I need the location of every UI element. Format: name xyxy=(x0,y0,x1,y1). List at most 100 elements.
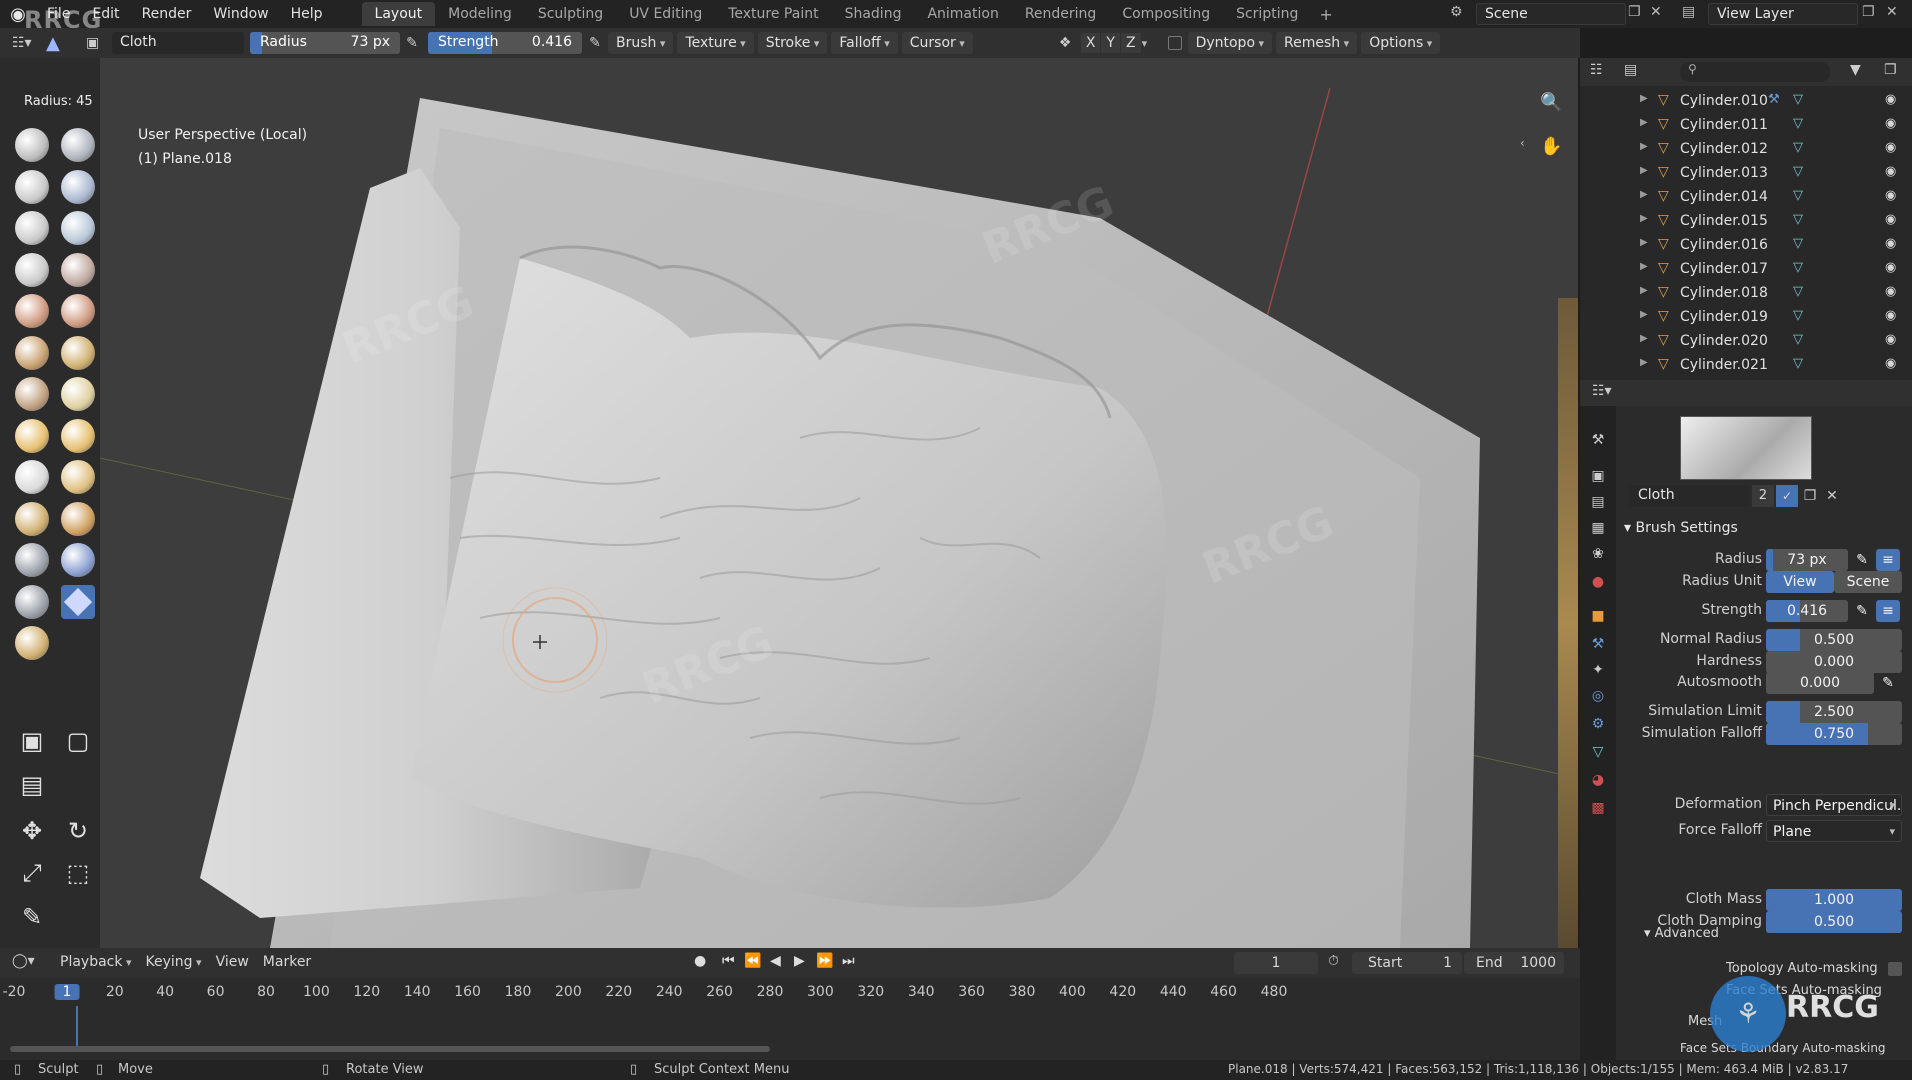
properties-tab-output-icon[interactable]: ▤ xyxy=(1588,492,1608,512)
fake-user-icon[interactable]: ✓ xyxy=(1776,485,1798,507)
play-icon[interactable]: ▶ xyxy=(794,953,805,969)
outliner-row[interactable]: ⚒ ▶ ▽ Cylinder.010 ▽ ◉ xyxy=(1580,90,1912,114)
properties-tab-modifier-icon[interactable]: ⚒ xyxy=(1588,634,1608,654)
pan-hand-icon[interactable]: ✋ xyxy=(1540,136,1562,157)
jump-end-icon[interactable]: ⏭ xyxy=(842,953,855,969)
dyntopo-checkbox[interactable] xyxy=(1167,36,1182,50)
radius-pressure-icon[interactable]: ✎ xyxy=(400,35,424,51)
3d-viewport[interactable]: User Perspective (Local) (1) Plane.018 🔍… xyxy=(100,58,1578,948)
record-icon[interactable]: ● xyxy=(694,953,706,969)
current-frame-field[interactable]: 1 xyxy=(1234,952,1318,974)
radius-slider[interactable]: Radius 73 px xyxy=(250,32,400,54)
properties-tab-view-layer-icon[interactable]: ▦ xyxy=(1588,518,1608,538)
expand-arrow-icon[interactable]: ▶ xyxy=(1640,141,1648,152)
sculpt-brush-icon[interactable] xyxy=(61,335,95,370)
mesh-data-icon[interactable]: ▽ xyxy=(1793,212,1803,227)
tab-rendering[interactable]: Rendering xyxy=(1012,2,1110,26)
visibility-eye-icon[interactable]: ◉ xyxy=(1885,188,1896,203)
strength-pressure-icon[interactable]: ✎ xyxy=(582,35,608,51)
unified-toggle-icon[interactable]: ≡ xyxy=(1876,600,1900,622)
texture-menu[interactable]: Texture xyxy=(677,32,754,54)
sculpt-brush-icon[interactable] xyxy=(15,294,49,328)
timeline-menu-keying[interactable]: Keying xyxy=(146,954,202,970)
pressure-toggle-icon[interactable]: ✎ xyxy=(1850,600,1874,622)
editor-type-icon[interactable]: ☷ xyxy=(1590,62,1603,78)
simulation-limit-slider[interactable]: 2.500 xyxy=(1766,701,1902,723)
delete-scene-icon[interactable]: ✕ xyxy=(1650,4,1662,20)
menu-window[interactable]: Window xyxy=(202,6,279,22)
sculpt-brush-icon[interactable] xyxy=(15,128,49,162)
unlink-brush-icon[interactable]: ✕ xyxy=(1822,485,1842,507)
visibility-eye-icon[interactable]: ◉ xyxy=(1885,356,1896,371)
editor-type-icon[interactable]: ☷▾ xyxy=(1592,383,1612,399)
sculpt-brush-icon[interactable] xyxy=(61,377,95,411)
expand-arrow-icon[interactable]: ▶ xyxy=(1640,117,1648,128)
symmetry-z-button[interactable]: Z xyxy=(1120,33,1141,53)
add-workspace-icon[interactable]: + xyxy=(1311,5,1340,24)
mesh-data-icon[interactable]: ▽ xyxy=(1793,260,1803,275)
normal-radius-slider[interactable]: 0.500 xyxy=(1766,629,1902,651)
properties-tab-scene-icon[interactable]: ❀ xyxy=(1588,544,1608,564)
sculpt-brush-icon[interactable] xyxy=(15,501,49,536)
sculpt-brush-icon[interactable] xyxy=(61,501,95,536)
expand-arrow-icon[interactable]: ▶ xyxy=(1640,333,1648,344)
cloth-mass-slider[interactable]: 1.000 xyxy=(1766,889,1902,911)
tab-animation[interactable]: Animation xyxy=(914,2,1011,26)
delete-view-layer-icon[interactable]: ✕ xyxy=(1886,4,1898,20)
outliner-row[interactable]: ▶ ▽ Cylinder.020 ▽ ◉ xyxy=(1580,330,1912,354)
sculpt-brush-icon[interactable] xyxy=(61,169,95,204)
visibility-eye-icon[interactable]: ◉ xyxy=(1885,332,1896,347)
move-tool-icon[interactable]: ✥ xyxy=(15,814,49,848)
sculpt-brush-icon[interactable] xyxy=(15,626,49,660)
visibility-eye-icon[interactable]: ◉ xyxy=(1885,284,1896,299)
axes-dropdown-icon[interactable]: ▾ xyxy=(1142,37,1162,50)
tab-sculpting[interactable]: Sculpting xyxy=(525,2,616,26)
scale-tool-icon[interactable]: ⤢ xyxy=(15,856,49,890)
sculpt-brush-icon[interactable] xyxy=(15,418,49,453)
stroke-menu[interactable]: Stroke xyxy=(757,32,828,54)
radius-slider[interactable]: 73 px xyxy=(1766,549,1848,571)
view-layer-selector[interactable]: View Layer xyxy=(1708,3,1858,25)
mesh-data-icon[interactable]: ▽ xyxy=(1793,284,1803,299)
expand-arrow-icon[interactable]: ▶ xyxy=(1640,93,1648,104)
tab-texture-paint[interactable]: Texture Paint xyxy=(715,2,831,26)
outliner-row[interactable]: ▶ ▽ Cylinder.016 ▽ ◉ xyxy=(1580,234,1912,258)
preview-range-icon[interactable]: ⏱ xyxy=(1328,953,1339,969)
remesh-menu[interactable]: Remesh xyxy=(1276,32,1358,54)
pressure-toggle-icon[interactable]: ✎ xyxy=(1850,549,1874,571)
timeline-menu-view[interactable]: View xyxy=(216,954,249,970)
properties-tab-tool-icon[interactable]: ⚒ xyxy=(1588,430,1608,450)
properties-tab-constraints-icon[interactable]: ⚙ xyxy=(1588,714,1608,734)
active-tool-icon[interactable]: ▲ xyxy=(46,33,86,54)
sculpt-brush-icon[interactable] xyxy=(15,252,49,287)
prev-keyframe-icon[interactable]: ⏪ xyxy=(744,953,761,969)
sculpt-brush-icon[interactable] xyxy=(15,377,49,411)
expand-arrow-icon[interactable]: ▶ xyxy=(1640,237,1648,248)
outliner-row[interactable]: ▶ ▽ Cylinder.014 ▽ ◉ xyxy=(1580,186,1912,210)
tab-scripting[interactable]: Scripting xyxy=(1223,2,1311,26)
sculpt-brush-icon[interactable] xyxy=(15,584,49,619)
mesh-data-icon[interactable]: ▽ xyxy=(1793,188,1803,203)
brush-preview-thumbnail[interactable] xyxy=(1680,416,1812,480)
outliner-row[interactable]: ▶ ▽ Cylinder.012 ▽ ◉ xyxy=(1580,138,1912,162)
sculpt-brush-icon[interactable] xyxy=(61,460,95,494)
mesh-data-icon[interactable]: ▽ xyxy=(1793,356,1803,371)
symmetry-y-button[interactable]: Y xyxy=(1101,33,1120,53)
properties-tab-physics-icon[interactable]: ◎ xyxy=(1588,686,1608,706)
sculpt-brush-icon[interactable] xyxy=(61,252,95,287)
tab-modeling[interactable]: Modeling xyxy=(435,2,525,26)
sculpt-brush-icon[interactable] xyxy=(15,211,49,245)
lasso-icon[interactable]: ▢ xyxy=(61,724,95,758)
zoom-icon[interactable]: 🔍 xyxy=(1540,92,1562,113)
transform-tool-icon[interactable]: ⬚ xyxy=(61,856,95,890)
symmetry-icon[interactable]: ❖ xyxy=(1059,35,1081,51)
sculpt-brush-icon[interactable] xyxy=(61,294,95,328)
expand-arrow-icon[interactable]: ▶ xyxy=(1640,309,1648,320)
visibility-eye-icon[interactable]: ◉ xyxy=(1885,164,1896,179)
end-frame-field[interactable]: End 1000 xyxy=(1464,952,1564,974)
outliner-row[interactable]: ▶ ▽ Cylinder.013 ▽ ◉ xyxy=(1580,162,1912,186)
outliner-row[interactable]: ▶ ▽ Cylinder.011 ▽ ◉ xyxy=(1580,114,1912,138)
deformation-dropdown[interactable]: Pinch Perpendicul... xyxy=(1766,794,1902,816)
visibility-eye-icon[interactable]: ◉ xyxy=(1885,260,1896,275)
outliner-row[interactable]: ▶ ▽ Cylinder.015 ▽ ◉ xyxy=(1580,210,1912,234)
